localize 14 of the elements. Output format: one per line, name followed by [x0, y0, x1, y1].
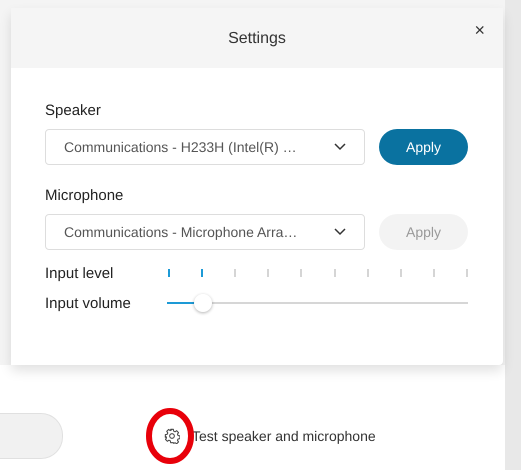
pill-button[interactable] — [0, 412, 63, 458]
input-volume-label: Input volume — [45, 294, 132, 312]
slider-thumb[interactable] — [194, 294, 212, 312]
field-label: Microphone — [45, 187, 124, 204]
device-dropdown[interactable]: Communications - H233H (Intel(R) … — [45, 129, 365, 165]
field-label: Speaker — [45, 102, 102, 119]
close-button[interactable]: × — [470, 20, 489, 41]
dialog-title: Settings — [228, 30, 286, 48]
device-dropdown[interactable]: Communications - Microphone Arra… — [45, 214, 365, 250]
chevron-icon — [334, 228, 346, 236]
input-level-label: Input level — [45, 264, 114, 282]
chevron-icon — [334, 143, 346, 151]
apply-button[interactable]: Apply — [379, 129, 468, 165]
settings-icon[interactable] — [164, 428, 180, 444]
